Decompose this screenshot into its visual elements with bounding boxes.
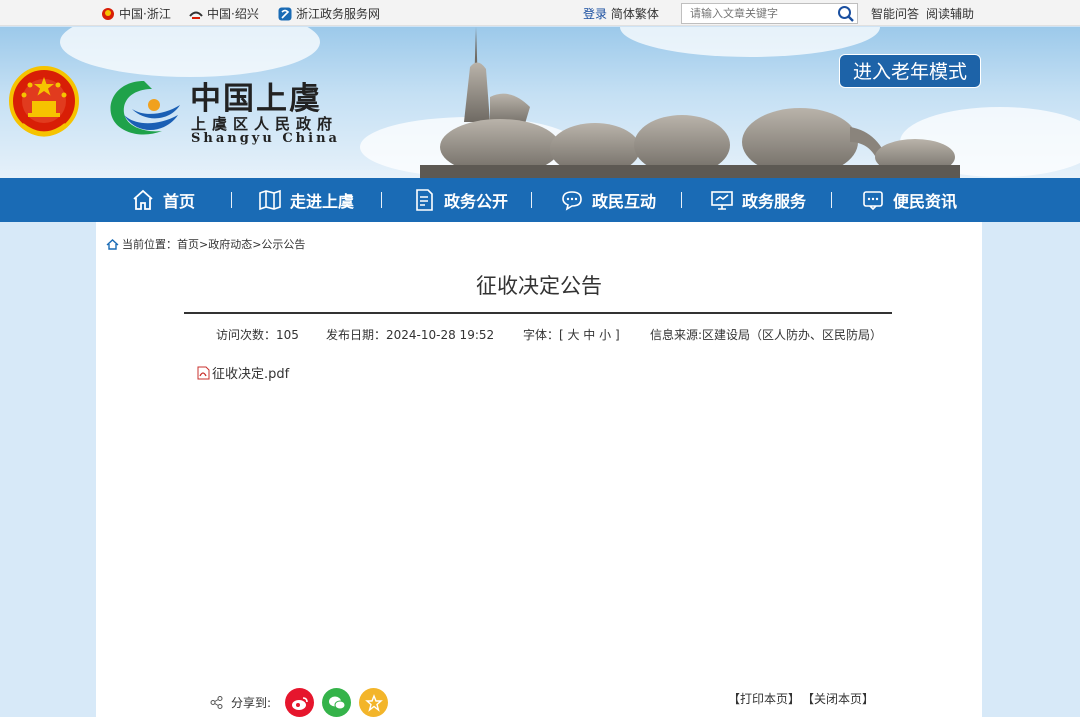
link-china-shaoxing[interactable]: 中国·绍兴 xyxy=(189,5,259,22)
reading-assist-link[interactable]: 阅读辅助 xyxy=(926,5,974,22)
attachment-link[interactable]: 征收决定.pdf xyxy=(197,363,289,382)
nav-home[interactable]: 首页 xyxy=(131,178,195,222)
title-divider xyxy=(184,312,892,314)
shangyu-logo xyxy=(110,81,180,135)
wechat-share-button[interactable] xyxy=(322,688,352,717)
link-label: 浙江政务服务网 xyxy=(296,7,381,21)
message-icon xyxy=(863,191,883,211)
pdf-icon xyxy=(197,366,210,379)
zhejiang-service-icon xyxy=(278,7,292,20)
site-title-english: Shangyu China xyxy=(191,131,340,146)
close-page-link[interactable]: 【关闭本页】 xyxy=(808,692,874,706)
elephant-sculpture-image xyxy=(420,27,960,178)
login-link[interactable]: 登录 xyxy=(583,7,607,21)
smart-qa-link[interactable]: 智能问答 xyxy=(871,5,919,22)
login-lang-group: 登录 简体繁体 xyxy=(583,5,659,22)
chat-icon xyxy=(562,191,582,211)
national-emblem xyxy=(9,66,79,137)
nav-label: 走进上虞 xyxy=(290,192,355,211)
share-label: 分享到: xyxy=(231,696,272,710)
nav-services[interactable]: 政务服务 xyxy=(710,178,806,222)
font-size-switch[interactable]: 字体：[ 大 中 小 ] xyxy=(523,326,620,343)
favorite-share-button[interactable] xyxy=(359,688,389,717)
page-actions: 【打印本页】 【关闭本页】 xyxy=(728,690,874,707)
nav-interaction[interactable]: 政民互动 xyxy=(560,178,656,222)
nav-label: 政务服务 xyxy=(742,192,807,211)
search-input[interactable] xyxy=(682,4,832,23)
nav-divider xyxy=(681,192,682,208)
nav-label: 政务公开 xyxy=(444,192,509,211)
info-source: 信息来源:区建设局（区人防办、区民防局） xyxy=(650,328,883,342)
nav-divider xyxy=(831,192,832,208)
nav-about-shangyu[interactable]: 走进上虞 xyxy=(258,178,354,222)
weibo-share-button[interactable] xyxy=(285,688,315,717)
nav-label: 便民资讯 xyxy=(893,192,958,211)
national-emblem-icon xyxy=(102,7,114,20)
nav-public-info[interactable]: 便民资讯 xyxy=(861,178,957,222)
nav-government-info[interactable]: 政务公开 xyxy=(412,178,508,222)
link-zhejiang-service[interactable]: 浙江政务服务网 xyxy=(278,5,380,22)
site-title: 中国上虞 xyxy=(190,81,322,117)
location-home-icon xyxy=(106,238,119,250)
elder-mode-button[interactable]: 进入老年模式 xyxy=(839,54,981,88)
link-china-zhejiang[interactable]: 中国·浙江 xyxy=(101,5,171,22)
print-page-link[interactable]: 【打印本页】 xyxy=(728,692,800,706)
nav-divider xyxy=(531,192,532,208)
nav-label: 政民互动 xyxy=(592,192,657,211)
shaoxing-logo-icon xyxy=(189,11,203,19)
document-icon xyxy=(416,189,433,211)
weibo-icon xyxy=(291,696,308,710)
breadcrumb-text[interactable]: 当前位置：首页>政府动态>公示公告 xyxy=(122,236,305,252)
share-icon xyxy=(210,696,223,709)
share-bar: 分享到: xyxy=(210,688,389,717)
star-icon xyxy=(364,693,383,712)
wechat-icon xyxy=(328,696,346,709)
home-icon xyxy=(133,189,153,210)
monitor-icon xyxy=(711,191,733,210)
main-nav: 首页 走进上虞 政务公开 政民互动 政务服务 便民资讯 xyxy=(0,178,1080,222)
article-title: 征收决定公告 xyxy=(476,274,602,298)
nav-divider xyxy=(381,192,382,208)
nav-divider xyxy=(231,192,232,208)
breadcrumb: 当前位置：首页>政府动态>公示公告 xyxy=(106,236,305,252)
search-icon[interactable] xyxy=(837,5,855,23)
article-panel: 当前位置：首页>政府动态>公示公告 征收决定公告 访问次数：105 发布日期：2… xyxy=(96,222,982,717)
link-label: 中国·浙江 xyxy=(119,7,171,21)
language-switch[interactable]: 简体繁体 xyxy=(611,7,659,21)
link-label: 中国·绍兴 xyxy=(207,7,259,21)
visit-count: 访问次数：105 xyxy=(216,328,299,342)
right-margin xyxy=(982,222,1080,717)
attachment-label: 征收决定.pdf xyxy=(212,367,290,382)
header-banner: 中国上虞 上虞区人民政府 Shangyu China 进入老年模式 xyxy=(0,27,1080,178)
map-icon xyxy=(259,189,281,211)
left-margin xyxy=(0,222,96,717)
publish-date: 发布日期：2024-10-28 19:52 xyxy=(326,328,495,342)
cloud-decoration xyxy=(60,27,320,77)
search-box xyxy=(681,3,858,24)
nav-label: 首页 xyxy=(163,192,196,211)
top-bar: 中国·浙江 中国·绍兴 浙江政务服务网 登录 简体繁体 智能问答 阅读辅助 xyxy=(0,0,1080,26)
